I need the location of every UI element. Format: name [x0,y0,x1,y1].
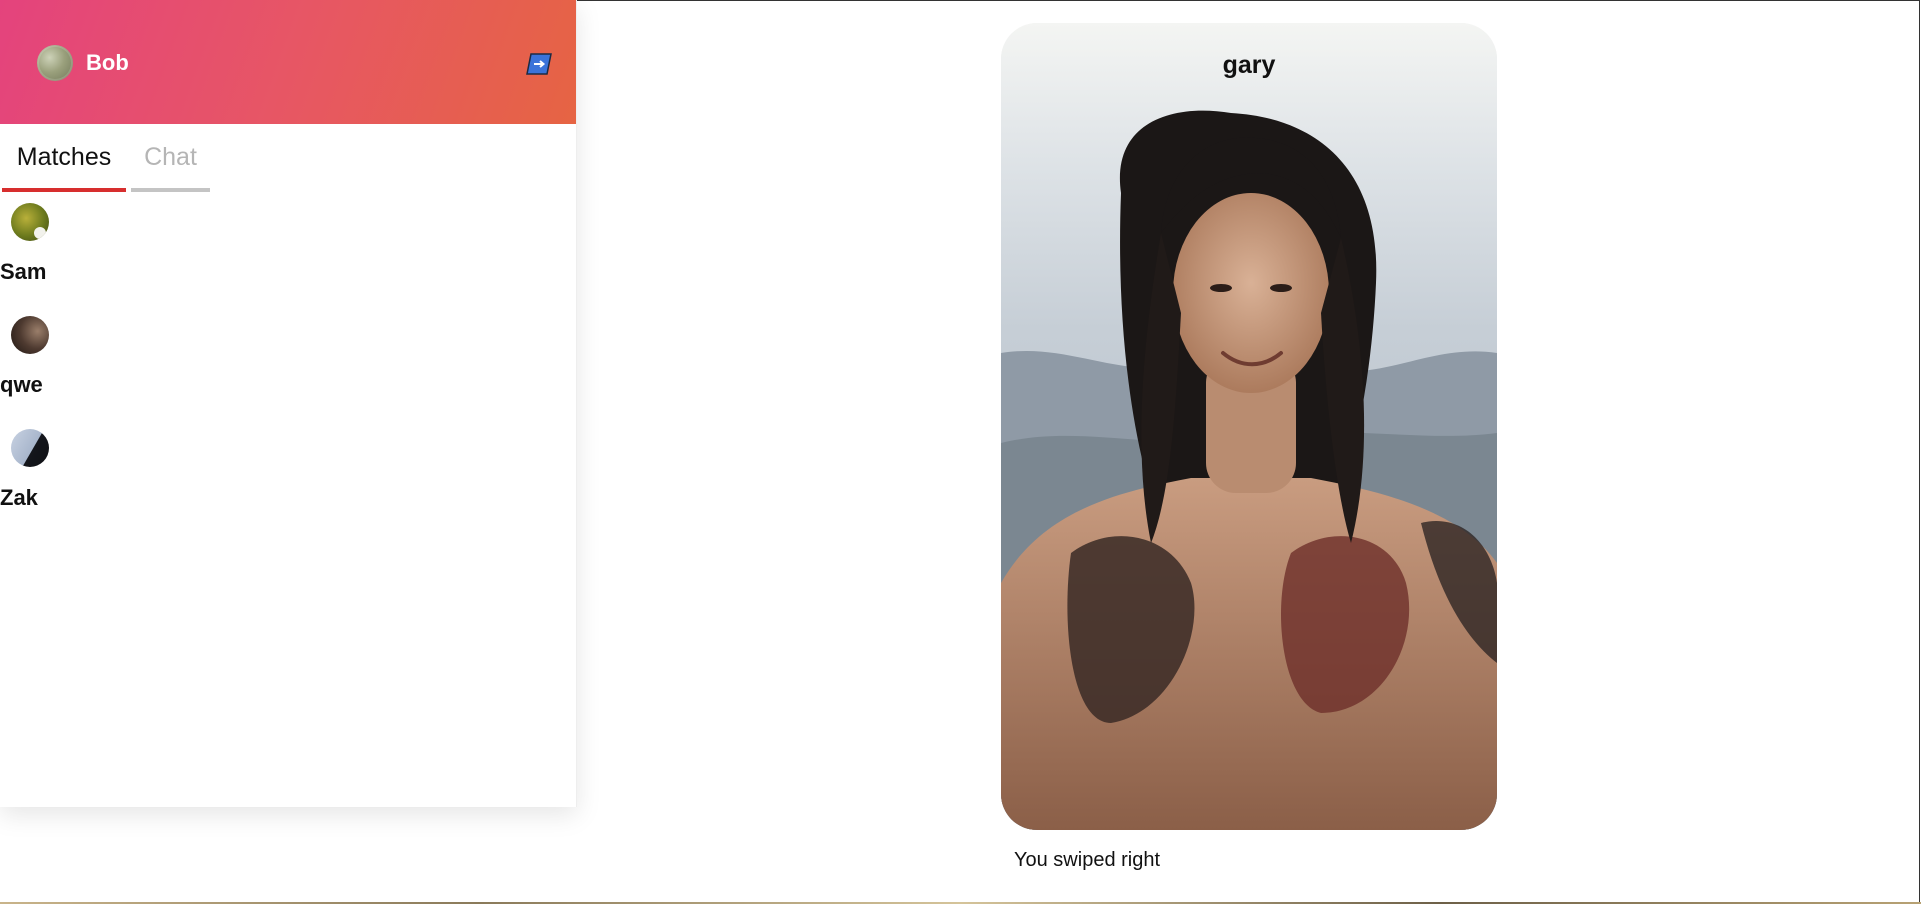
match-item-sam[interactable]: Sam [0,200,576,313]
match-item-qwe[interactable]: qwe [0,313,576,426]
match-name: Sam [0,259,47,284]
profile-photo [1001,23,1497,830]
match-list: Sam qwe Zak [0,200,576,539]
match-item-zak[interactable]: Zak [0,426,576,539]
logout-button[interactable] [526,53,552,75]
match-avatar [11,203,49,241]
tab-matches[interactable]: Matches [2,140,126,192]
sidebar: Bob Matches Chat Sam qwe Zak [0,0,577,807]
match-name: Zak [0,485,38,510]
logout-arrow-icon [526,53,552,75]
profile-name: gary [1222,51,1276,79]
user-avatar[interactable] [37,45,73,81]
sidebar-header: Bob [0,0,576,124]
match-avatar [11,429,49,467]
user-name: Bob [86,50,129,75]
profile-card[interactable]: gary [1001,23,1497,830]
tab-chat[interactable]: Chat [131,140,210,192]
match-name: qwe [0,372,43,397]
sidebar-tabs: Matches Chat [0,140,576,192]
swipe-status-text: You swiped right [1014,849,1161,871]
match-avatar [11,316,49,354]
